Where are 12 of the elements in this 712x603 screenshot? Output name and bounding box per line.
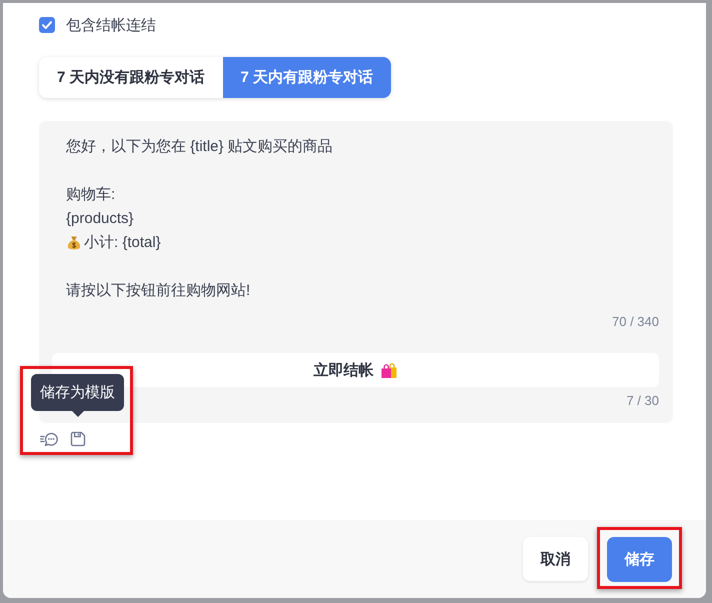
money-bag-icon [66,235,82,251]
speech-bubble-icon[interactable] [40,430,58,446]
tooltip: 储存为模版 [31,374,124,417]
checkbox[interactable] [39,17,55,33]
cancel-button[interactable]: 取消 [523,537,588,581]
message-field[interactable]: 您好，以下为您在 {title} 贴文购买的商品 购物车: {products} 小计: {total} 请按以下按钮前往购物网站! [52,135,659,303]
character-counter: 70 / 340 [612,313,659,331]
tab[interactable]: 7 天内有跟粉专对话 [222,57,392,98]
checkbox-label: 包含结帐连结 [66,16,156,34]
tab[interactable]: 7 天内没有跟粉专对话 [39,57,223,98]
character-counter: 7 / 30 [626,392,659,410]
save-button[interactable]: 储存 [607,536,672,582]
